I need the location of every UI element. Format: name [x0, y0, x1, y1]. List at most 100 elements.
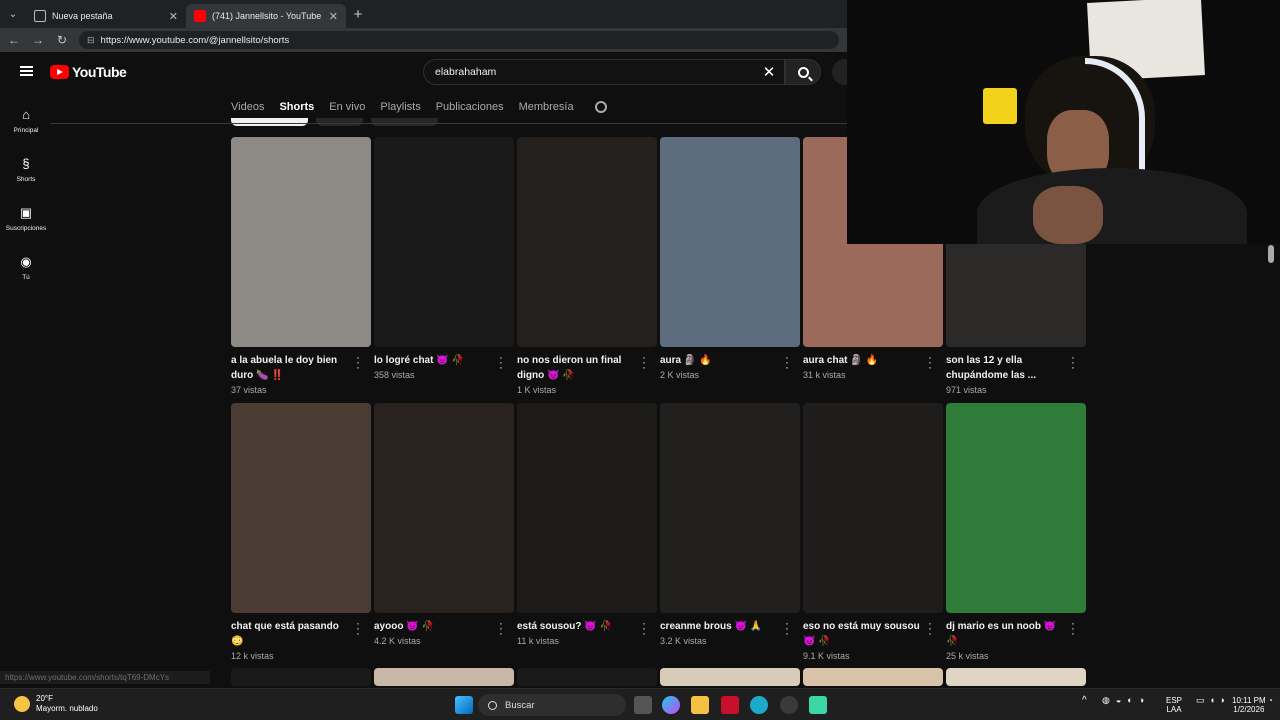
more-actions-icon[interactable]: · · · [498, 619, 504, 640]
more-actions-icon[interactable]: · · · [641, 619, 647, 640]
sort-chip-popular[interactable] [316, 118, 363, 126]
short-thumbnail[interactable] [660, 137, 800, 347]
more-actions-icon[interactable]: · · · [1070, 353, 1076, 374]
more-actions-icon[interactable]: · · · [1070, 619, 1076, 640]
site-info-icon[interactable]: ⊟ [87, 35, 95, 46]
close-tab-icon[interactable]: ✕ [329, 10, 338, 23]
short-title-text[interactable]: eso no está muy sousou 😈 🥀 [803, 621, 920, 647]
short-title[interactable]: dj mario es un noob 😈 🥀 25 k vistas [946, 619, 1066, 664]
chat-app-icon[interactable] [809, 696, 827, 714]
short-thumbnail[interactable] [946, 403, 1086, 613]
more-actions-icon[interactable]: · · · [355, 619, 361, 640]
short-title-text[interactable]: aura 🗿 🔥 [660, 355, 712, 366]
short-title[interactable]: eso no está muy sousou 😈 🥀 9.1 K vistas [803, 619, 923, 664]
task-view-icon[interactable] [634, 696, 652, 714]
close-tab-icon[interactable]: ✕ [169, 10, 178, 23]
sort-chip-latest[interactable] [231, 118, 308, 126]
tab-list-chevron-icon[interactable]: ⌄ [0, 0, 26, 28]
tray-overflow-icon[interactable]: ^ [1082, 696, 1087, 706]
short-card[interactable]: a la abuela le doy bien duro 🍆 ‼️ 37 vist… [231, 137, 371, 395]
short-title[interactable]: ayooo 😈 🥀 4.2 K vistas [374, 619, 494, 649]
short-title-text[interactable]: ayooo 😈 🥀 [374, 621, 434, 632]
short-title-text[interactable]: aura chat 🗿 🔥 [803, 355, 878, 366]
taskbar-search[interactable]: Buscar [478, 694, 626, 716]
obs-icon[interactable] [780, 696, 798, 714]
new-tab-plus-icon[interactable]: + [346, 6, 370, 23]
system-icons[interactable]: ▭◖◗ [1196, 696, 1230, 705]
address-bar[interactable]: ⊟ https://www.youtube.com/@jannellsito/s… [79, 31, 839, 49]
short-title[interactable]: aura chat 🗿 🔥 31 k vistas [803, 353, 923, 383]
short-card[interactable]: eso no está muy sousou 😈 🥀 9.1 K vistas · ·… [803, 403, 943, 661]
sidebar-item-you[interactable]: ◉ Tú [0, 243, 52, 292]
tray-icons[interactable]: ◍◒◐◑ [1102, 696, 1150, 705]
clear-search-icon[interactable]: ✕ [754, 63, 784, 81]
notification-bell-icon[interactable]: ◔ [1268, 696, 1273, 705]
short-title-text[interactable]: son las 12 y ella chupándome las ... [946, 355, 1036, 381]
sidebar-item-home[interactable]: ⌂ Principal [0, 96, 52, 145]
short-title-text[interactable]: a la abuela le doy bien duro 🍆 ‼️ [231, 355, 337, 381]
short-title[interactable]: creanme brous 😈 🙏 3.2 K vistas [660, 619, 780, 649]
short-title-text[interactable]: chat que está pasando 😳 [231, 621, 339, 647]
more-actions-icon[interactable]: · · · [498, 353, 504, 374]
short-thumbnail[interactable] [374, 668, 514, 686]
short-title-text[interactable]: no nos dieron un final digno 😈 🥀 [517, 355, 621, 381]
tab-videos[interactable]: Videos [231, 101, 264, 113]
short-title-text[interactable]: está sousou? 😈 🥀 [517, 621, 612, 632]
short-title[interactable]: chat que está pasando 😳 12 k vistas [231, 619, 351, 664]
mcafee-icon[interactable] [721, 696, 739, 714]
youtube-logo[interactable]: YouTube [50, 64, 127, 80]
short-thumbnail[interactable] [231, 137, 371, 347]
more-actions-icon[interactable]: · · · [927, 619, 933, 640]
search-input[interactable]: elabrahaham ✕ [423, 59, 785, 85]
short-title[interactable]: son las 12 y ella chupándome las ... 971 … [946, 353, 1066, 398]
tab-live[interactable]: En vivo [329, 101, 365, 113]
short-thumbnail[interactable] [803, 668, 943, 686]
short-card[interactable]: no nos dieron un final digno 😈 🥀 1 K vist… [517, 137, 657, 395]
short-thumbnail[interactable] [231, 668, 371, 686]
more-actions-icon[interactable]: · · · [784, 619, 790, 640]
more-actions-icon[interactable]: · · · [641, 353, 647, 374]
page-scrollbar[interactable] [1268, 245, 1274, 263]
tab-playlists[interactable]: Playlists [380, 101, 420, 113]
short-thumbnail[interactable] [231, 403, 371, 613]
more-actions-icon[interactable]: · · · [784, 353, 790, 374]
file-explorer-icon[interactable] [691, 696, 709, 714]
short-card[interactable]: aura 🗿 🔥 2 K vistas · · · [660, 137, 800, 380]
short-title[interactable]: no nos dieron un final digno 😈 🥀 1 K vist… [517, 353, 637, 398]
sidebar-item-subscriptions[interactable]: ▣ Suscripciones [0, 194, 52, 243]
edge-browser-icon[interactable] [750, 696, 768, 714]
browser-tab-youtube[interactable]: (741) Jannellsito - YouTube ✕ [186, 4, 346, 28]
more-actions-icon[interactable]: · · · [927, 353, 933, 374]
short-thumbnail[interactable] [374, 403, 514, 613]
more-actions-icon[interactable]: · · · [355, 353, 361, 374]
short-title[interactable]: está sousou? 😈 🥀 11 k vistas [517, 619, 637, 649]
short-title-text[interactable]: creanme brous 😈 🙏 [660, 621, 762, 632]
short-card[interactable]: dj mario es un noob 😈 🥀 25 k vistas · · · [946, 403, 1086, 661]
reload-icon[interactable]: ↻ [55, 33, 69, 47]
tab-shorts[interactable]: Shorts [279, 101, 314, 113]
tab-membership[interactable]: Membresía [519, 101, 574, 113]
short-thumbnail[interactable] [517, 668, 657, 686]
tab-posts[interactable]: Publicaciones [436, 101, 504, 113]
back-arrow-icon[interactable]: ← [7, 33, 21, 47]
short-card[interactable]: está sousou? 😈 🥀 11 k vistas · · · [517, 403, 657, 646]
short-title-text[interactable]: dj mario es un noob 😈 🥀 [946, 621, 1056, 647]
short-card[interactable]: lo logré chat 😈 🥀 358 vistas · · · [374, 137, 514, 380]
short-thumbnail[interactable] [517, 403, 657, 613]
short-card[interactable]: ayooo 😈 🥀 4.2 K vistas · · · [374, 403, 514, 646]
clock[interactable]: 10:11 PM 1/2/2026 [1232, 696, 1266, 714]
short-thumbnail[interactable] [660, 668, 800, 686]
sidebar-item-shorts[interactable]: § Shorts [0, 145, 52, 194]
short-thumbnail[interactable] [803, 403, 943, 613]
short-thumbnail[interactable] [660, 403, 800, 613]
short-thumbnail[interactable] [374, 137, 514, 347]
forward-arrow-icon[interactable]: → [31, 33, 45, 47]
copilot-icon[interactable] [662, 696, 680, 714]
short-title-text[interactable]: lo logré chat 😈 🥀 [374, 355, 464, 366]
channel-search-icon[interactable] [594, 101, 607, 113]
short-title[interactable]: aura 🗿 🔥 2 K vistas [660, 353, 780, 383]
sort-chip-oldest[interactable] [371, 118, 438, 126]
windows-start-icon[interactable] [455, 696, 473, 714]
menu-hamburger-icon[interactable] [20, 66, 33, 76]
short-title[interactable]: a la abuela le doy bien duro 🍆 ‼️ 37 vist… [231, 353, 351, 398]
